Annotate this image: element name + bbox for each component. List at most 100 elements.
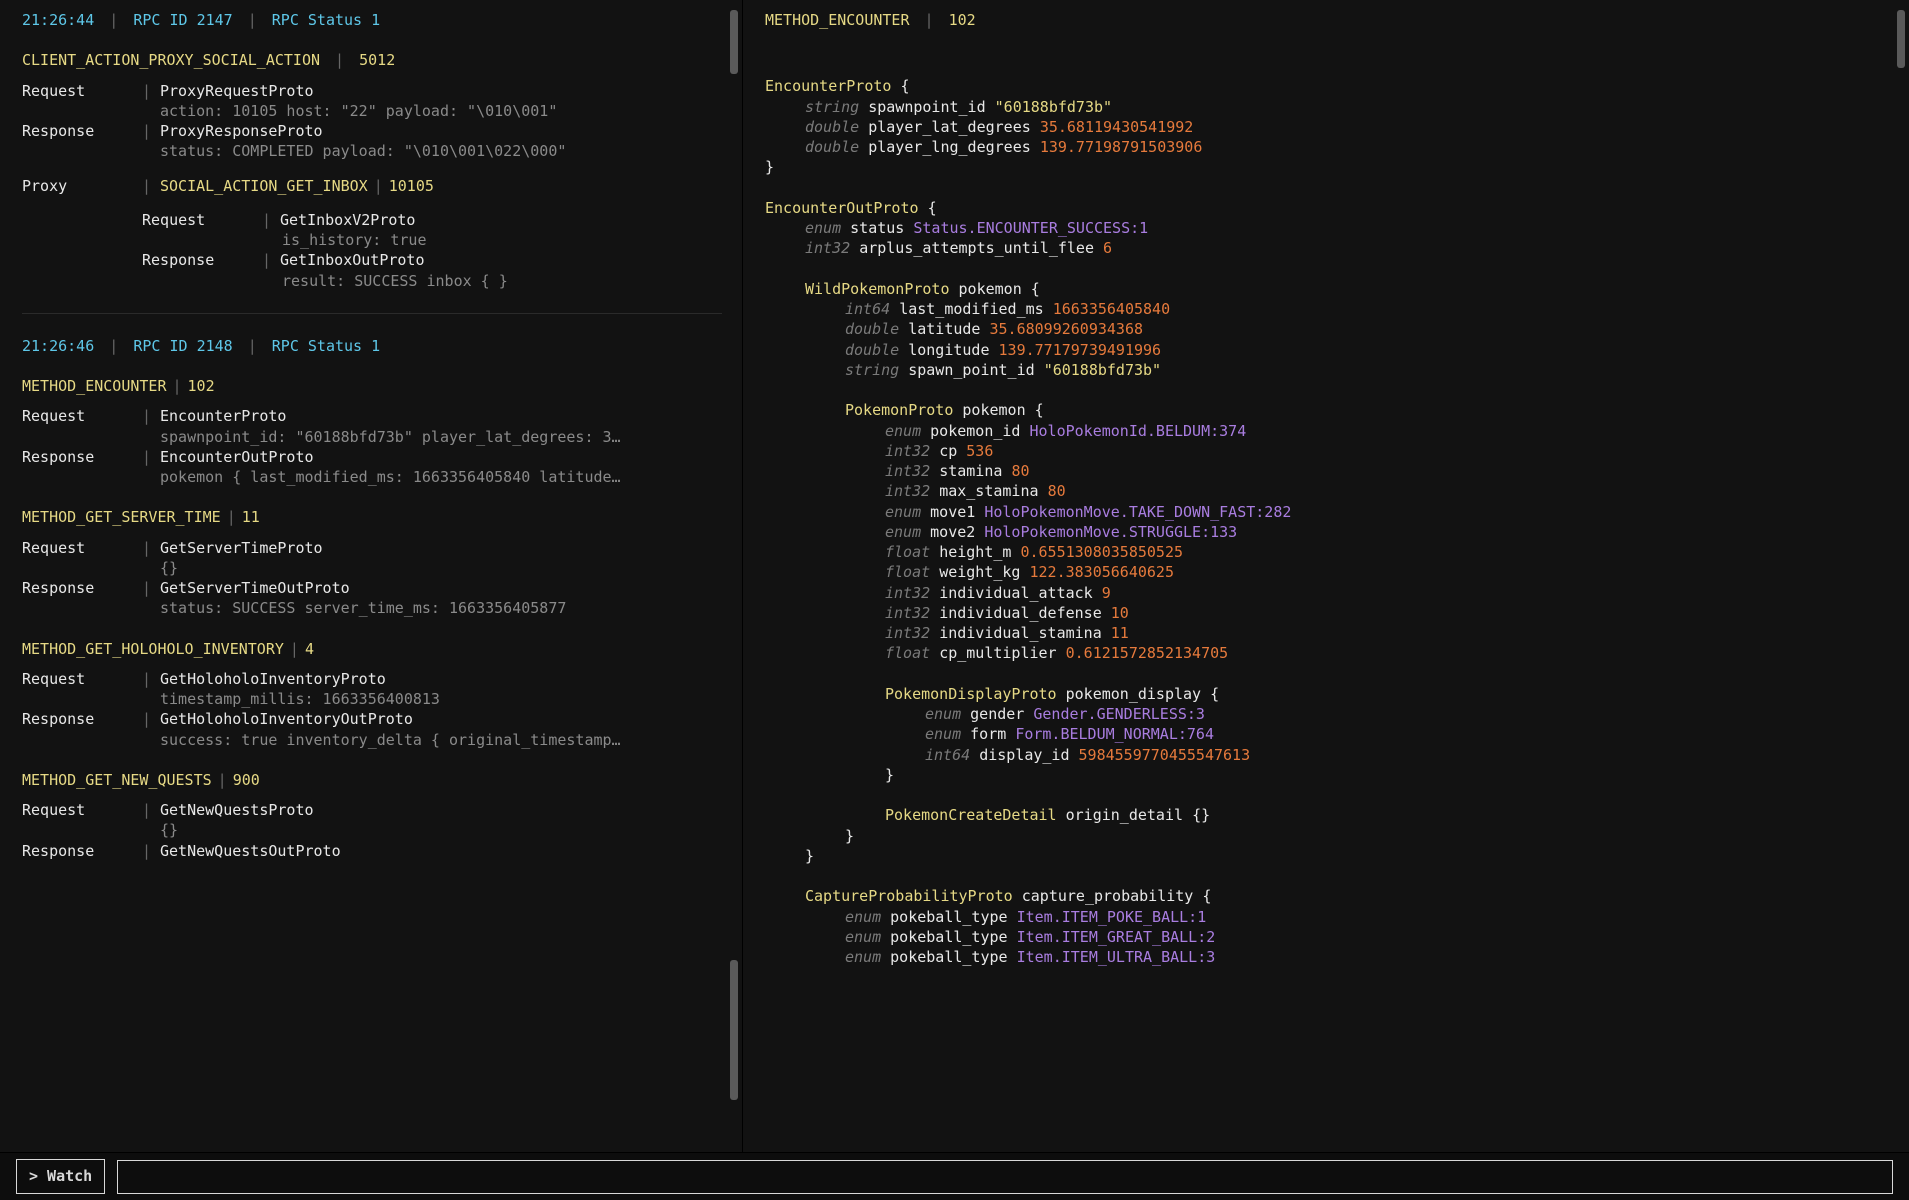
- response-label: Response: [22, 121, 142, 141]
- watch-bar: > Watch: [0, 1152, 1909, 1200]
- watch-label[interactable]: > Watch: [16, 1159, 105, 1193]
- code-line: int32 stamina 80: [765, 461, 1889, 481]
- method-block[interactable]: METHOD_GET_HOLOHOLO_INVENTORY|4Request|G…: [22, 639, 722, 750]
- response-label: Response: [22, 709, 142, 729]
- request-type: GetHoloholoInventoryProto: [160, 669, 386, 689]
- method-block[interactable]: CLIENT_ACTION_PROXY_SOCIAL_ACTION | 5012…: [22, 50, 722, 291]
- method-name: CLIENT_ACTION_PROXY_SOCIAL_ACTION: [22, 51, 320, 69]
- request-detail: timestamp_millis: 1663356400813: [22, 689, 722, 709]
- code-line: CaptureProbabilityProto capture_probabil…: [765, 886, 1889, 906]
- code-line: enum form Form.BELDUM_NORMAL:764: [765, 724, 1889, 744]
- code-line: double longitude 139.77179739491996: [765, 340, 1889, 360]
- code-line: }: [765, 846, 1889, 866]
- request-type: EncounterProto: [160, 406, 286, 426]
- code-line: enum move2 HoloPokemonMove.STRUGGLE:133: [765, 522, 1889, 542]
- log-entry-header[interactable]: 21:26:44 | RPC ID 2147 | RPC Status 1: [22, 10, 722, 30]
- rpc-status-label: RPC Status: [272, 11, 362, 29]
- method-id: 4: [305, 640, 314, 658]
- detail-method-id: 102: [949, 11, 976, 29]
- code-line: double player_lng_degrees 139.7719879150…: [765, 137, 1889, 157]
- method-id: 5012: [359, 51, 395, 69]
- method-block[interactable]: METHOD_ENCOUNTER|102Request|EncounterPro…: [22, 376, 722, 487]
- code-line: int64 display_id 5984559770455547613: [765, 745, 1889, 765]
- request-label: Request: [22, 406, 142, 426]
- code-line: EncounterOutProto {: [765, 198, 1889, 218]
- proxy-label: Proxy: [22, 176, 142, 196]
- code-line: enum gender Gender.GENDERLESS:3: [765, 704, 1889, 724]
- method-name: METHOD_GET_SERVER_TIME: [22, 508, 221, 526]
- rpc-id-label: RPC ID: [133, 11, 187, 29]
- right-detail-panel[interactable]: METHOD_ENCOUNTER | 102 EncounterProto {s…: [742, 0, 1909, 1152]
- response-label: Response: [22, 841, 142, 861]
- code-line: int32 arplus_attempts_until_flee 6: [765, 238, 1889, 258]
- code-line: [765, 259, 1889, 279]
- proxy-request-type: GetInboxV2Proto: [280, 210, 415, 230]
- scrollbar-thumb[interactable]: [730, 960, 738, 1100]
- left-log-panel[interactable]: 21:26:44 | RPC ID 2147 | RPC Status 1 CL…: [0, 0, 742, 1152]
- response-type: GetServerTimeOutProto: [160, 578, 350, 598]
- request-type: GetServerTimeProto: [160, 538, 323, 558]
- code-line: double latitude 35.68099260934368: [765, 319, 1889, 339]
- code-line: [765, 785, 1889, 805]
- code-line: int32 individual_stamina 11: [765, 623, 1889, 643]
- code-line: PokemonCreateDetail origin_detail {}: [765, 805, 1889, 825]
- method-id: 900: [233, 771, 260, 789]
- request-type: ProxyRequestProto: [160, 81, 314, 101]
- code-line: int32 individual_attack 9: [765, 583, 1889, 603]
- response-type: EncounterOutProto: [160, 447, 314, 467]
- watch-input[interactable]: [117, 1160, 1893, 1194]
- code-line: }: [765, 826, 1889, 846]
- method-block[interactable]: METHOD_GET_SERVER_TIME|11Request|GetServ…: [22, 507, 722, 618]
- response-label: Response: [22, 578, 142, 598]
- code-line: [765, 664, 1889, 684]
- code-line: enum pokeball_type Item.ITEM_GREAT_BALL:…: [765, 927, 1889, 947]
- code-line: enum move1 HoloPokemonMove.TAKE_DOWN_FAS…: [765, 502, 1889, 522]
- request-detail: {}: [22, 820, 722, 840]
- method-name: METHOD_GET_HOLOHOLO_INVENTORY: [22, 640, 284, 658]
- code-line: float cp_multiplier 0.6121572852134705: [765, 643, 1889, 663]
- code-line: int32 max_stamina 80: [765, 481, 1889, 501]
- proxy-request-detail: is_history: true: [22, 230, 722, 250]
- code-line: string spawn_point_id "60188bfd73b": [765, 360, 1889, 380]
- code-line: EncounterProto {: [765, 76, 1889, 96]
- code-line: [765, 380, 1889, 400]
- method-block[interactable]: METHOD_GET_NEW_QUESTS|900Request|GetNewQ…: [22, 770, 722, 861]
- response-type: ProxyResponseProto: [160, 121, 323, 141]
- proxy-response-type: GetInboxOutProto: [280, 250, 425, 270]
- request-label: Request: [22, 800, 142, 820]
- response-detail: status: SUCCESS server_time_ms: 16633564…: [22, 598, 722, 618]
- code-line: enum pokeball_type Item.ITEM_POKE_BALL:1: [765, 907, 1889, 927]
- response-label: Response: [22, 447, 142, 467]
- proxy-id: 10105: [389, 176, 434, 196]
- scrollbar-thumb[interactable]: [1897, 10, 1905, 68]
- proxy-request-label: Request: [142, 210, 262, 230]
- code-line: int32 cp 536: [765, 441, 1889, 461]
- proto-tree: EncounterProto {string spawnpoint_id "60…: [765, 76, 1889, 967]
- detail-method: METHOD_ENCOUNTER: [765, 11, 910, 29]
- request-label: Request: [22, 81, 142, 101]
- code-line: enum pokemon_id HoloPokemonId.BELDUM:374: [765, 421, 1889, 441]
- code-line: string spawnpoint_id "60188bfd73b": [765, 97, 1889, 117]
- method-name: METHOD_ENCOUNTER: [22, 377, 167, 395]
- request-detail: {}: [22, 558, 722, 578]
- timestamp: 21:26:46: [22, 337, 94, 355]
- proxy-response-detail: result: SUCCESS inbox { }: [22, 271, 722, 291]
- rpc-status: 1: [371, 11, 380, 29]
- code-line: [765, 866, 1889, 886]
- log-entry-header[interactable]: 21:26:46 | RPC ID 2148 | RPC Status 1: [22, 336, 722, 356]
- code-line: double player_lat_degrees 35.68119430541…: [765, 117, 1889, 137]
- code-line: PokemonDisplayProto pokemon_display {: [765, 684, 1889, 704]
- proxy-response-label: Response: [142, 250, 262, 270]
- code-line: float height_m 0.6551308035850525: [765, 542, 1889, 562]
- code-line: int32 individual_defense 10: [765, 603, 1889, 623]
- detail-header: METHOD_ENCOUNTER | 102: [765, 10, 1889, 30]
- method-id: 11: [242, 508, 260, 526]
- request-label: Request: [22, 538, 142, 558]
- response-type: GetNewQuestsOutProto: [160, 841, 341, 861]
- code-line: PokemonProto pokemon {: [765, 400, 1889, 420]
- scrollbar-thumb[interactable]: [730, 10, 738, 74]
- request-detail: spawnpoint_id: "60188bfd73b" player_lat_…: [22, 427, 722, 447]
- code-line: float weight_kg 122.383056640625: [765, 562, 1889, 582]
- request-detail: action: 10105 host: "22" payload: "\010\…: [22, 101, 722, 121]
- response-detail: pokemon { last_modified_ms: 166335640584…: [22, 467, 722, 487]
